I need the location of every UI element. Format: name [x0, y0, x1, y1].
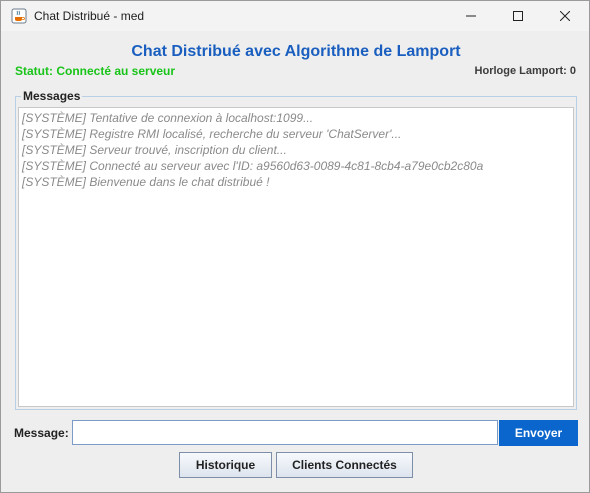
maximize-icon	[513, 11, 523, 21]
close-button[interactable]	[542, 1, 588, 31]
message-input[interactable]	[72, 420, 498, 445]
minimize-icon	[466, 15, 476, 17]
title-bar[interactable]: Chat Distribué - med	[1, 1, 589, 31]
history-button[interactable]: Historique	[179, 452, 272, 478]
message-label: Message:	[14, 426, 69, 440]
message-line: [SYSTÈME] Tentative de connexion à local…	[22, 111, 314, 125]
connection-status: Statut: Connecté au serveur	[15, 64, 176, 78]
window-title: Chat Distribué - med	[34, 9, 145, 23]
app-window: Chat Distribué - med Chat Distribué avec…	[0, 0, 590, 493]
lamport-clock: Horloge Lamport: 0	[474, 65, 576, 77]
message-line: [SYSTÈME] Connecté au serveur avec l'ID:…	[22, 159, 484, 173]
message-line: [SYSTÈME] Bienvenue dans le chat distrib…	[22, 175, 270, 189]
maximize-button[interactable]	[495, 1, 541, 31]
java-cup-icon	[11, 8, 27, 24]
page-title: Chat Distribué avec Algorithme de Lampor…	[131, 43, 461, 60]
messages-legend: Messages	[21, 89, 83, 103]
connected-clients-button[interactable]: Clients Connectés	[276, 452, 413, 478]
message-line: [SYSTÈME] Registre RMI localisé, recherc…	[22, 127, 402, 141]
close-icon	[560, 11, 570, 21]
send-button[interactable]: Envoyer	[499, 420, 578, 446]
message-line: [SYSTÈME] Serveur trouvé, inscription du…	[22, 143, 287, 157]
minimize-button[interactable]	[448, 1, 494, 31]
